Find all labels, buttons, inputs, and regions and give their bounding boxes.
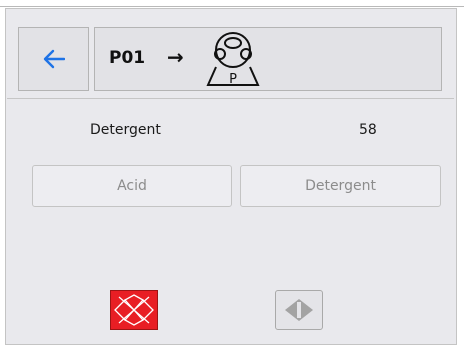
run-diamond-icon — [285, 299, 313, 321]
back-button[interactable] — [18, 27, 89, 91]
arrow-left-icon — [43, 49, 65, 69]
detergent-label: Detergent — [90, 122, 161, 138]
stop-pattern-icon — [114, 294, 154, 326]
pump-letter: P — [229, 72, 237, 87]
top-border — [0, 0, 464, 7]
acid-button[interactable]: Acid — [32, 165, 232, 207]
stop-button[interactable] — [110, 290, 158, 330]
screen: P01 → P Detergent 58 Acid Detergent — [0, 0, 464, 349]
arrow-right-icon: → — [167, 45, 184, 69]
title-bar: P01 → P — [94, 27, 442, 91]
page-title: P01 — [109, 48, 146, 68]
detergent-button[interactable]: Detergent — [240, 165, 441, 207]
run-button[interactable] — [275, 290, 323, 330]
header-divider — [7, 98, 454, 99]
pump-icon: P — [206, 32, 260, 87]
detergent-value: 58 — [359, 122, 377, 138]
